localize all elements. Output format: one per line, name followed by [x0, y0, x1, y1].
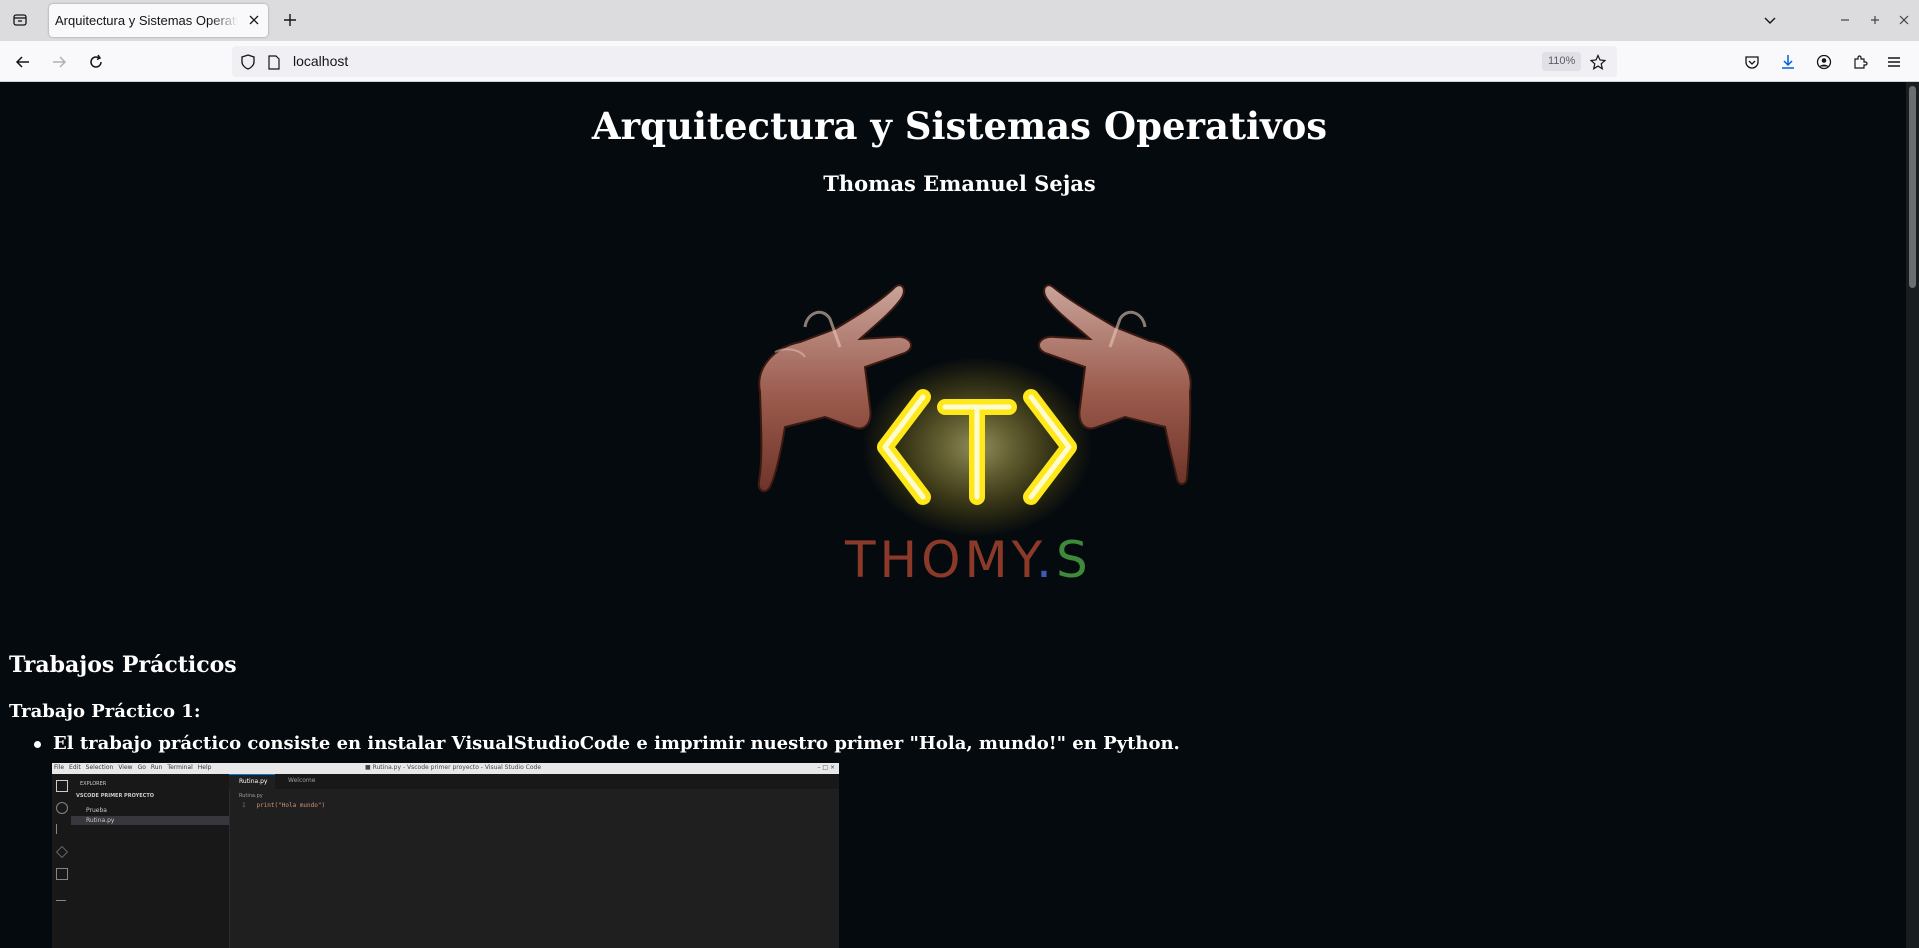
url-text[interactable]: localhost [293, 53, 348, 69]
zoom-level-badge[interactable]: 110% [1542, 52, 1582, 71]
address-bar[interactable]: localhost 110% [232, 46, 1617, 77]
vscode-code-line: 1 print("Hola mundo") [242, 802, 326, 809]
forward-icon[interactable] [46, 49, 72, 75]
extensions-icon[interactable] [1847, 49, 1873, 75]
downloads-icon[interactable] [1775, 49, 1801, 75]
tab-active[interactable]: Arquitectura y Sistemas Operativos [49, 4, 268, 37]
logo-wordmark: THOMY.S [844, 531, 1092, 589]
thomy-s-logo: THOMY.S [757, 284, 1192, 589]
pocket-icon[interactable] [1739, 49, 1765, 75]
vscode-window-controls: – □ × [817, 764, 835, 771]
page-subtitle: Thomas Emanuel Sejas [823, 171, 1096, 196]
back-icon[interactable] [10, 49, 36, 75]
vscode-activity-bar [52, 774, 71, 948]
vscode-menu: File Edit Selection View Go Run Terminal… [54, 764, 212, 771]
bookmark-star-icon[interactable] [1588, 52, 1608, 72]
page-title: Arquitectura y Sistemas Operativos [591, 104, 1328, 148]
tp1-heading: Trabajo Práctico 1: [9, 701, 201, 722]
close-window-icon[interactable] [1892, 8, 1916, 32]
minimize-icon[interactable] [1833, 8, 1857, 32]
bullet-dot [34, 741, 41, 748]
scrollbar[interactable] [1906, 82, 1919, 948]
account-icon[interactable] [1811, 49, 1837, 75]
maximize-icon[interactable] [1863, 8, 1887, 32]
search-icon [56, 802, 68, 814]
files-icon [56, 780, 68, 792]
tab-title: Arquitectura y Sistemas Operativos [55, 13, 238, 28]
vscode-tabs: Rutina.py Welcome [229, 774, 839, 789]
run-debug-icon [56, 846, 68, 858]
scrollbar-thumb[interactable] [1909, 86, 1916, 288]
page-icon[interactable] [265, 53, 283, 71]
tab-list-icon[interactable] [8, 8, 32, 32]
vscode-titlebar: File Edit Selection View Go Run Terminal… [52, 763, 839, 774]
chevron-down-icon[interactable] [1758, 8, 1782, 32]
section-heading: Trabajos Prácticos [9, 652, 237, 678]
vscode-window-title: ■ Rutina.py - Vscode primer proyecto - V… [365, 764, 542, 771]
shield-icon[interactable] [239, 53, 257, 71]
tab-bar: Arquitectura y Sistemas Operativos [0, 0, 1919, 41]
testing-icon [56, 890, 66, 901]
vscode-screenshot-image: File Edit Selection View Go Run Terminal… [52, 763, 839, 948]
close-tab-icon[interactable] [246, 12, 262, 28]
navigation-bar: localhost 110% [0, 41, 1919, 82]
extensions-panel-icon [56, 868, 68, 880]
source-control-icon [56, 824, 67, 834]
new-tab-button[interactable] [278, 8, 302, 32]
vscode-breadcrumb: Rutina.py [239, 793, 263, 799]
reload-icon[interactable] [83, 49, 109, 75]
tp1-description: El trabajo práctico consiste en instalar… [53, 733, 1180, 754]
page-content: Arquitectura y Sistemas Operativos Thoma… [0, 82, 1906, 948]
menu-icon[interactable] [1881, 49, 1907, 75]
vscode-explorer: EXPLORER VSCODE PRIMER PROYECTO Prueba R… [71, 774, 230, 948]
